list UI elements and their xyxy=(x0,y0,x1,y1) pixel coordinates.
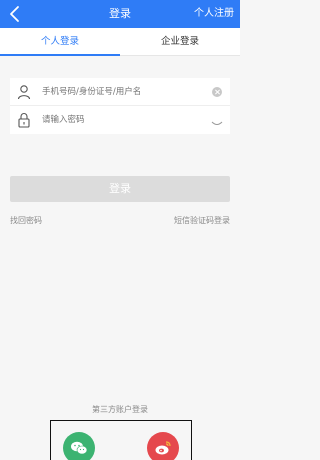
username-row xyxy=(10,78,230,106)
login-form xyxy=(10,78,230,134)
weibo-login-button[interactable] xyxy=(147,432,179,460)
wechat-login-button[interactable] xyxy=(63,432,95,460)
weibo-icon xyxy=(155,441,171,455)
login-type-tabs: 个人登录 企业登录 xyxy=(0,28,240,56)
lock-icon xyxy=(17,112,31,128)
app-header: 登录 个人注册 xyxy=(0,0,240,28)
sms-login-link[interactable]: 短信验证码登录 xyxy=(174,215,230,226)
eye-closed-icon[interactable] xyxy=(211,114,223,125)
clear-input-icon[interactable] xyxy=(212,87,222,97)
active-tab-indicator xyxy=(0,54,120,56)
forgot-password-link[interactable]: 找回密码 xyxy=(10,215,42,226)
tab-personal-login[interactable]: 个人登录 xyxy=(0,28,120,56)
register-link[interactable]: 个人注册 xyxy=(194,0,234,28)
tab-enterprise-login[interactable]: 企业登录 xyxy=(120,28,240,56)
third-party-title: 第三方账户登录 xyxy=(92,405,148,414)
user-icon xyxy=(17,84,31,100)
login-button[interactable]: 登录 xyxy=(10,176,230,202)
username-input[interactable] xyxy=(42,78,202,106)
password-row xyxy=(10,106,230,134)
password-input[interactable] xyxy=(42,106,202,134)
wechat-icon xyxy=(71,441,88,455)
